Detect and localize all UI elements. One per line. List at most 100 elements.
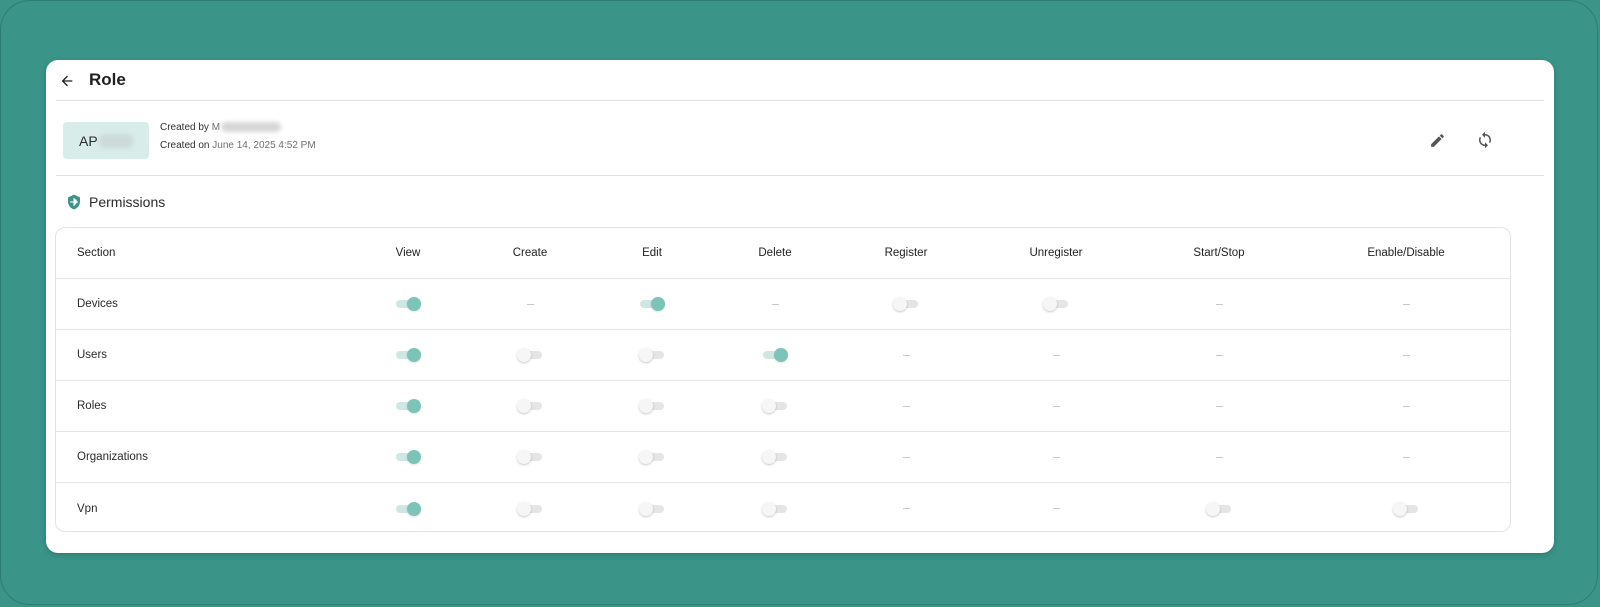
vpn-start-stop-toggle[interactable]	[1206, 501, 1231, 516]
created-on-value: June 14, 2025 4:52 PM	[212, 140, 316, 151]
permission-cell-edit	[602, 381, 702, 431]
permission-cell-unregister	[1006, 381, 1106, 431]
shield-icon	[68, 194, 80, 210]
organizations-create-toggle[interactable]	[517, 450, 542, 464]
toggle-thumb	[407, 501, 421, 516]
permission-cell-delete	[725, 432, 825, 482]
created-by-value: M	[211, 122, 221, 133]
not-applicable-dash	[526, 303, 534, 305]
roles-view-toggle[interactable]	[396, 399, 421, 413]
organizations-view-toggle[interactable]	[396, 450, 421, 464]
permission-cell-start-stop	[1169, 381, 1269, 431]
column-header-start-stop: Start/Stop	[1193, 247, 1245, 259]
permission-cell-start-stop	[1169, 432, 1269, 482]
table-row: Roles	[56, 381, 1510, 432]
permission-cell-view	[358, 381, 458, 431]
permission-cell-create	[480, 279, 580, 329]
table-row: Vpn	[56, 483, 1510, 531]
devices-view-toggle[interactable]	[396, 297, 421, 311]
organizations-delete-toggle[interactable]	[762, 450, 787, 464]
table-row: Organizations	[56, 432, 1510, 483]
toggle-thumb	[1043, 297, 1057, 311]
not-applicable-dash	[1215, 303, 1223, 305]
devices-register-toggle[interactable]	[893, 297, 918, 311]
permission-cell-delete	[725, 381, 825, 431]
vpn-delete-toggle[interactable]	[762, 501, 787, 516]
section-divider	[56, 175, 1544, 176]
refresh-button[interactable]	[1471, 126, 1499, 154]
permission-cell-start-stop	[1169, 279, 1269, 329]
column-header-view: View	[395, 247, 421, 259]
permission-cell-enable-disable	[1356, 279, 1456, 329]
pencil-icon	[1430, 133, 1444, 147]
roles-delete-toggle[interactable]	[762, 399, 787, 413]
arrow-left-icon	[61, 75, 73, 87]
devices-edit-toggle[interactable]	[640, 297, 665, 311]
permission-cell-delete	[725, 279, 825, 329]
toggle-thumb	[407, 348, 421, 362]
permission-cell-register	[856, 279, 956, 329]
vpn-enable-disable-toggle[interactable]	[1393, 501, 1418, 516]
organizations-edit-toggle[interactable]	[639, 450, 664, 464]
section-name: Users	[77, 349, 108, 361]
permission-cell-create	[480, 483, 580, 531]
redacted-text	[98, 133, 133, 148]
not-applicable-dash	[1215, 405, 1223, 407]
toggle-thumb	[517, 348, 531, 362]
section-name: Roles	[77, 400, 107, 412]
not-applicable-dash	[1052, 354, 1060, 356]
created-on-label: Created on	[160, 140, 210, 151]
permission-cell-register	[856, 432, 956, 482]
permission-cell-register	[856, 330, 956, 380]
permission-cell-register	[856, 381, 956, 431]
vpn-edit-toggle[interactable]	[639, 501, 664, 516]
roles-create-toggle[interactable]	[517, 399, 542, 413]
devices-unregister-toggle[interactable]	[1043, 297, 1068, 311]
page-title: Role	[89, 70, 126, 89]
edit-button[interactable]	[1423, 126, 1451, 154]
permission-cell-enable-disable	[1356, 381, 1456, 431]
back-button[interactable]	[56, 70, 78, 92]
column-header-register: Register	[884, 247, 928, 259]
page-header: Role	[46, 60, 1554, 102]
column-header-section: Section	[77, 247, 116, 259]
not-applicable-dash	[1215, 456, 1223, 458]
toggle-thumb	[517, 450, 531, 464]
permission-cell-unregister	[1006, 483, 1106, 531]
column-header-enable-disable: Enable/Disable	[1367, 247, 1445, 259]
users-view-toggle[interactable]	[396, 348, 421, 362]
toggle-thumb	[639, 399, 653, 413]
not-applicable-dash	[1052, 508, 1060, 509]
vpn-create-toggle[interactable]	[517, 501, 542, 516]
created-on-line: Created on June 14, 2025 4:52 PM	[160, 140, 316, 151]
permissions-heading: Permissions	[66, 194, 165, 210]
toggle-thumb	[1206, 501, 1220, 516]
permission-cell-delete	[725, 330, 825, 380]
table-row: Devices	[56, 279, 1510, 330]
toggle-thumb	[639, 450, 653, 464]
users-delete-toggle[interactable]	[763, 348, 788, 362]
permission-cell-enable-disable	[1356, 330, 1456, 380]
permission-cell-edit	[602, 483, 702, 531]
not-applicable-dash	[1052, 405, 1060, 407]
toggle-thumb	[651, 297, 665, 311]
permission-cell-view	[358, 279, 458, 329]
not-applicable-dash	[902, 456, 910, 458]
permission-cell-create	[480, 381, 580, 431]
not-applicable-dash	[902, 354, 910, 356]
permission-cell-edit	[602, 279, 702, 329]
permission-cell-view	[358, 483, 458, 531]
toggle-thumb	[639, 348, 653, 362]
users-edit-toggle[interactable]	[639, 348, 664, 362]
vpn-view-toggle[interactable]	[396, 501, 421, 516]
role-name-text: AP	[79, 132, 98, 149]
toggle-thumb	[762, 501, 776, 516]
users-create-toggle[interactable]	[517, 348, 542, 362]
toggle-thumb	[1393, 501, 1407, 516]
permission-cell-edit	[602, 432, 702, 482]
role-card: Role AP Created by M Created on June 14,…	[46, 60, 1554, 553]
toggle-thumb	[407, 297, 421, 311]
roles-edit-toggle[interactable]	[639, 399, 664, 413]
column-header-create: Create	[512, 247, 548, 259]
created-by-line: Created by M	[160, 122, 282, 133]
